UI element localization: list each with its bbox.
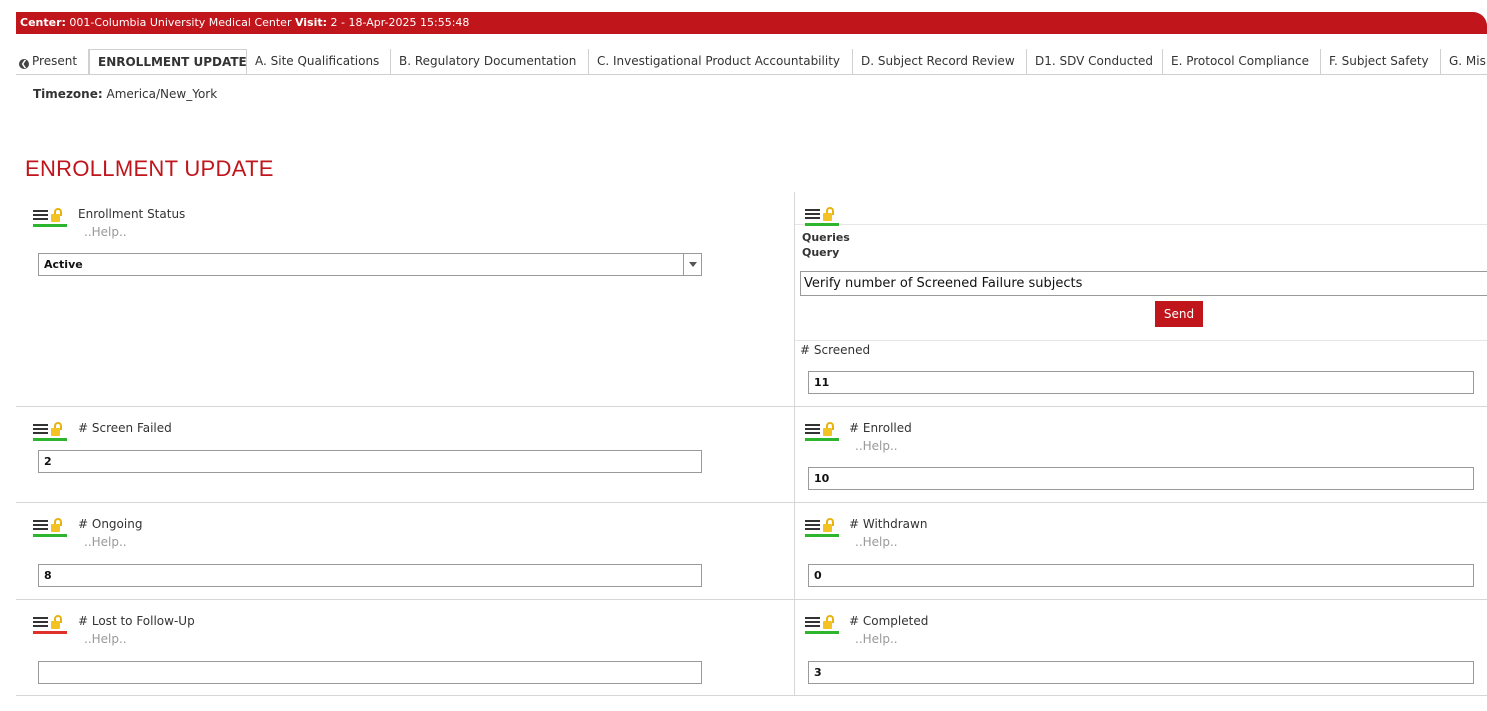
tab-label: E. Protocol Compliance: [1171, 54, 1310, 68]
ongoing-input[interactable]: 8: [38, 564, 702, 587]
withdrawn-help[interactable]: ..Help..: [855, 535, 898, 549]
status-underline-ok: [805, 223, 839, 226]
lost-to-follow-up-label: # Lost to Follow-Up: [78, 614, 195, 628]
menu-lines-icon: [33, 520, 48, 532]
ongoing-help[interactable]: ..Help..: [84, 535, 127, 549]
padlock-body: [823, 428, 832, 436]
enrollment-status-help[interactable]: ..Help..: [84, 225, 127, 239]
menu-lines-icon: [805, 424, 820, 436]
row-divider: [16, 502, 1487, 503]
tab-enrollment-update[interactable]: ENROLLMENT UPDATE: [89, 49, 247, 74]
ongoing-label: # Ongoing: [78, 517, 143, 531]
row-divider: [795, 224, 1487, 225]
screen-failed-input[interactable]: 2: [38, 450, 702, 473]
tab-label: ENROLLMENT UPDATE: [98, 55, 247, 69]
tab-subject-record-review[interactable]: D. Subject Record Review: [853, 49, 1027, 74]
enrollment-status-select[interactable]: Active: [38, 253, 702, 276]
timezone-value: America/New_York: [106, 87, 218, 101]
enrollment-status-value: Active: [44, 258, 83, 271]
queries-heading: Queries: [802, 231, 850, 244]
status-underline-missing: [33, 631, 67, 634]
padlock-body: [51, 428, 60, 436]
enrolled-help[interactable]: ..Help..: [855, 439, 898, 453]
row-divider: [16, 695, 1487, 696]
menu-lines-icon: [33, 617, 48, 629]
tab-sdv-conducted[interactable]: D1. SDV Conducted: [1027, 49, 1163, 74]
enrolled-input[interactable]: 10: [808, 467, 1474, 490]
circle-back-icon: ❮: [19, 59, 29, 69]
padlock-body: [51, 214, 60, 222]
padlock-body: [823, 213, 832, 221]
tab-regulatory-documentation[interactable]: B. Regulatory Documentation: [391, 49, 589, 74]
field-menu-lock[interactable]: [33, 615, 69, 635]
tab-label: A. Site Qualifications: [255, 54, 380, 68]
tab-label: F. Subject Safety: [1329, 54, 1429, 68]
timezone: Timezone: America/New_York: [33, 87, 217, 101]
tab-protocol-compliance[interactable]: E. Protocol Compliance: [1163, 49, 1321, 74]
padlock-body: [823, 524, 832, 532]
field-menu-lock[interactable]: [805, 422, 841, 442]
page-title: ENROLLMENT UPDATE: [25, 156, 274, 181]
lost-to-follow-up-help[interactable]: ..Help..: [84, 632, 127, 646]
row-divider: [16, 599, 1487, 600]
center-label: Center:: [20, 16, 66, 29]
status-underline-ok: [33, 534, 67, 537]
query-subheading: Query: [802, 246, 840, 259]
row-divider: [795, 340, 1487, 341]
status-underline-ok: [33, 438, 67, 441]
menu-lines-icon: [805, 209, 820, 221]
withdrawn-label: # Withdrawn: [849, 517, 928, 531]
field-menu-lock[interactable]: [805, 518, 841, 538]
tab-site-qualifications[interactable]: A. Site Qualifications: [247, 49, 391, 74]
status-underline-ok: [805, 631, 839, 634]
status-underline-ok: [805, 534, 839, 537]
padlock-body: [51, 621, 60, 629]
enrolled-label: # Enrolled: [849, 421, 912, 435]
tab-label: Present: [32, 54, 78, 68]
tab-present[interactable]: ❮ Present: [16, 49, 89, 74]
completed-label: # Completed: [849, 614, 929, 628]
visit-value: 2 - 18-Apr-2025 15:55:48: [330, 16, 470, 29]
row-divider: [16, 406, 1487, 407]
menu-lines-icon: [33, 424, 48, 436]
column-divider: [794, 192, 795, 695]
status-underline-ok: [33, 224, 67, 227]
menu-lines-icon: [805, 617, 820, 629]
padlock-body: [823, 621, 832, 629]
visit-label: Visit:: [294, 16, 328, 29]
section-tabs: ❮ Present ENROLLMENT UPDATE A. Site Quali…: [16, 49, 1487, 75]
queries-menu-lock[interactable]: [805, 207, 841, 227]
tab-label: G. Mis: [1449, 54, 1486, 68]
screened-input[interactable]: 11: [808, 371, 1474, 394]
completed-input[interactable]: 3: [808, 661, 1474, 684]
chevron-down-icon[interactable]: [683, 254, 701, 275]
tab-misc[interactable]: G. Mis: [1441, 49, 1487, 74]
send-query-button[interactable]: Send: [1155, 301, 1203, 327]
field-menu-lock[interactable]: [33, 208, 69, 228]
enrollment-status-label: Enrollment Status: [78, 207, 186, 221]
tab-label: C. Investigational Product Accountabilit…: [597, 54, 840, 68]
lost-to-follow-up-input[interactable]: [38, 661, 702, 684]
field-menu-lock[interactable]: [33, 518, 69, 538]
completed-help[interactable]: ..Help..: [855, 632, 898, 646]
padlock-body: [51, 524, 60, 532]
timezone-label: Timezone:: [33, 87, 103, 101]
withdrawn-input[interactable]: 0: [808, 564, 1474, 587]
tab-label: D. Subject Record Review: [861, 54, 1015, 68]
screen-failed-label: # Screen Failed: [78, 421, 172, 435]
menu-lines-icon: [33, 210, 48, 222]
screened-label: # Screened: [800, 343, 871, 357]
tab-investigational-product[interactable]: C. Investigational Product Accountabilit…: [589, 49, 853, 74]
query-text-input[interactable]: Verify number of Screened Failure subjec…: [800, 271, 1487, 296]
field-menu-lock[interactable]: [33, 422, 69, 442]
menu-lines-icon: [805, 520, 820, 532]
field-menu-lock[interactable]: [805, 615, 841, 635]
tab-label: D1. SDV Conducted: [1035, 54, 1154, 68]
status-underline-ok: [805, 438, 839, 441]
center-value: 001-Columbia University Medical Center: [69, 16, 292, 29]
tab-label: B. Regulatory Documentation: [399, 54, 577, 68]
context-header: Center: 001-Columbia University Medical …: [16, 12, 1487, 34]
tab-subject-safety[interactable]: F. Subject Safety: [1321, 49, 1441, 74]
